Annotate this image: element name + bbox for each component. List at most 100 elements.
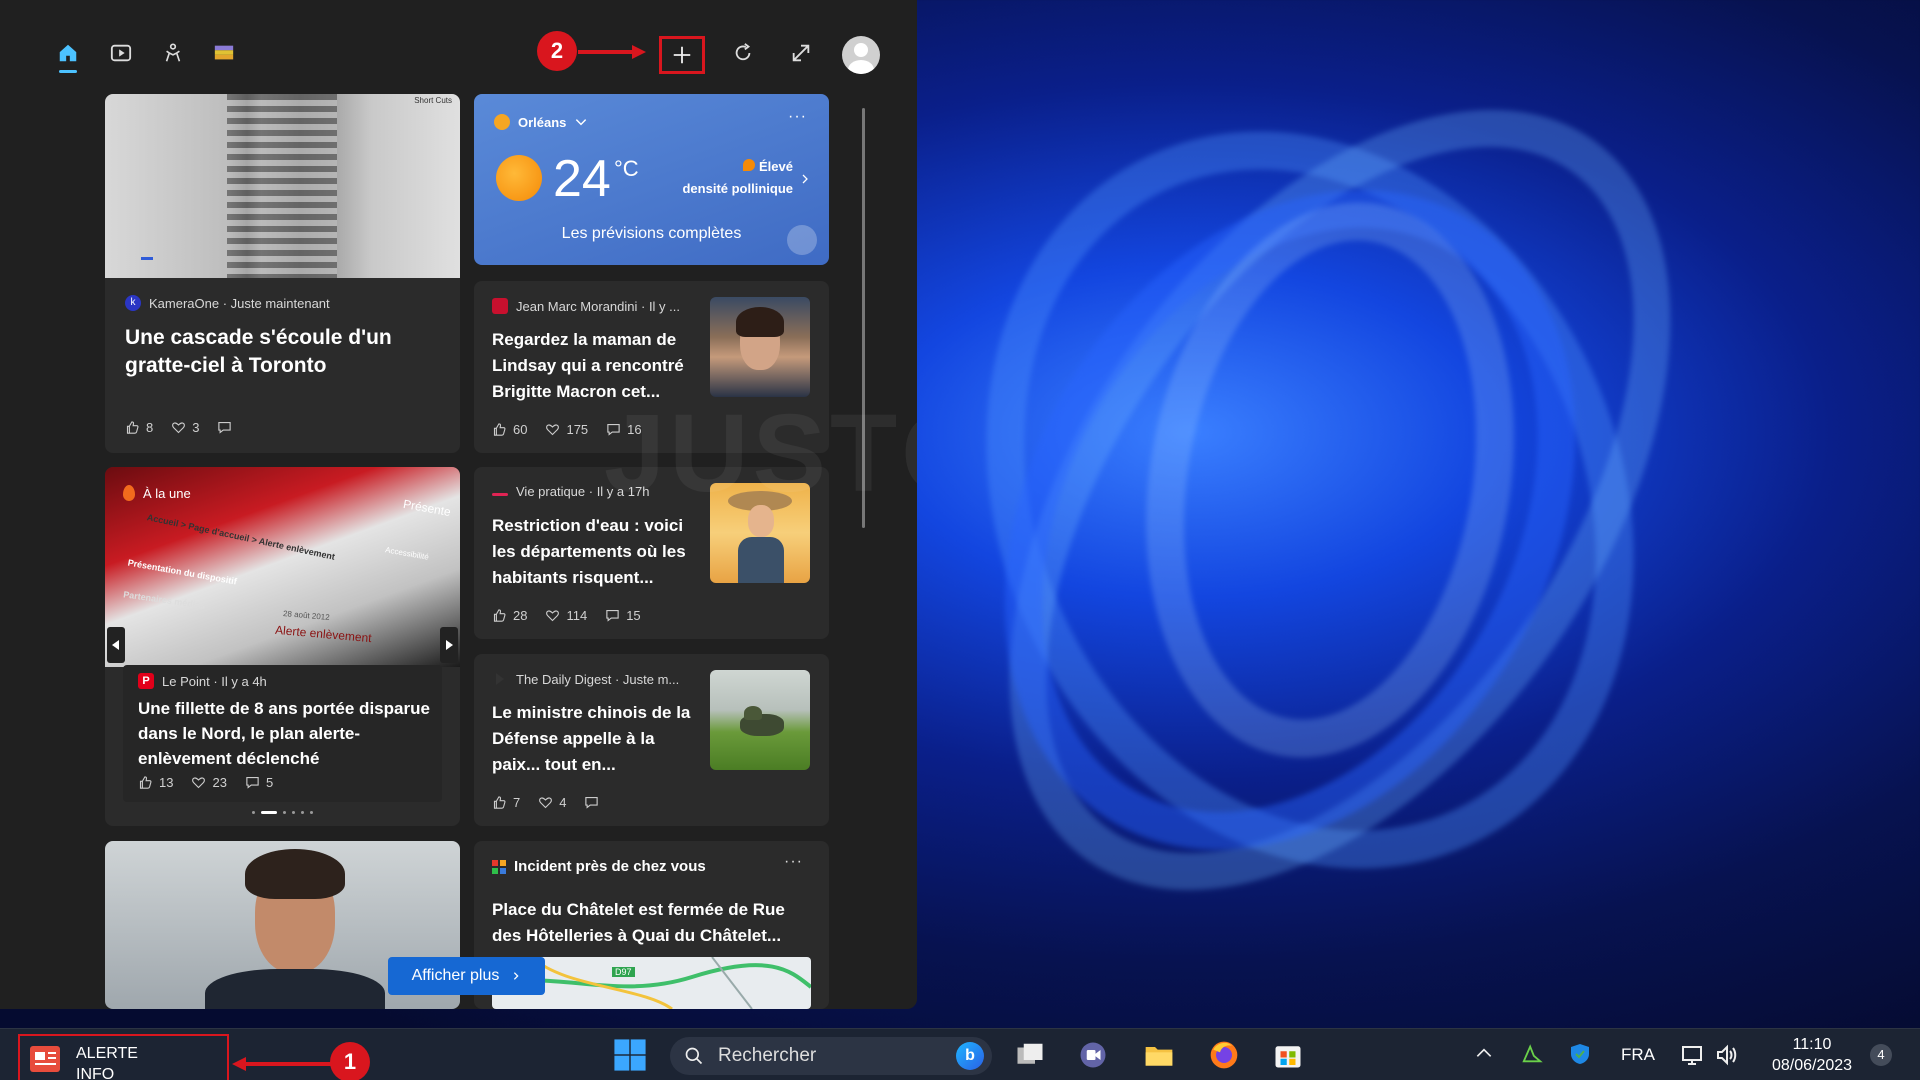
like-button[interactable]: 28 — [492, 608, 527, 623]
dislike-button[interactable]: 175 — [545, 422, 588, 437]
firefox-app[interactable] — [1206, 1037, 1242, 1073]
comment-icon — [246, 776, 259, 789]
language-indicator[interactable]: FRA — [1621, 1045, 1655, 1065]
like-button[interactable]: 7 — [492, 795, 520, 810]
forecast-link[interactable]: Les prévisions complètes — [474, 225, 829, 243]
le-point-logo: P — [138, 673, 154, 689]
color-tab[interactable] — [209, 38, 239, 68]
news-app-icon — [30, 1046, 60, 1072]
weather-location[interactable]: Orléans — [494, 114, 588, 130]
search-placeholder: Rechercher — [718, 1045, 817, 1066]
carousel-prev-button[interactable] — [107, 627, 125, 663]
building-stripes — [227, 94, 337, 278]
like-button[interactable]: 13 — [138, 775, 173, 790]
show-more-label: Afficher plus — [411, 967, 500, 984]
kameraone-logo: k — [125, 295, 141, 311]
tray-app-1[interactable] — [1521, 1043, 1543, 1070]
dislike-button[interactable]: 114 — [545, 608, 587, 623]
video-tab[interactable] — [106, 38, 136, 68]
taskbar-search[interactable]: Rechercher b — [670, 1037, 992, 1075]
map-road-label: D97 — [612, 967, 635, 977]
carousel-dot[interactable] — [252, 811, 255, 814]
alert-info-app[interactable]: ALERTE INFO — [18, 1034, 229, 1080]
news-carousel[interactable]: Accueil > Page d'accueil > Alerte enlève… — [105, 467, 460, 826]
carousel-next-button[interactable] — [440, 627, 458, 663]
photo-text-partners: Partenaires médias — [122, 589, 206, 611]
sports-tab[interactable] — [158, 38, 188, 68]
dislike-button[interactable]: 23 — [191, 775, 227, 790]
news-stats: 13 23 5 — [138, 775, 273, 790]
photo-text-breadcrumb: Accueil > Page d'accueil > Alerte enlève… — [146, 512, 336, 562]
shield-icon — [1571, 1044, 1589, 1064]
tray-security[interactable] — [1568, 1042, 1592, 1071]
chevron-right-icon[interactable] — [799, 172, 811, 186]
avatar-body — [848, 60, 874, 74]
comment-button[interactable] — [584, 795, 599, 810]
store-app[interactable] — [1270, 1037, 1306, 1073]
network-status[interactable] — [1680, 1043, 1704, 1072]
news-source: The Daily Digest · Juste m... — [492, 671, 679, 687]
add-widget-button[interactable] — [659, 36, 705, 74]
weather-more-button[interactable]: ··· — [788, 108, 807, 126]
show-more-button[interactable]: Afficher plus — [388, 957, 545, 995]
news-source: Jean Marc Morandini · Il y ... — [492, 298, 692, 314]
notification-badge[interactable]: 4 — [1870, 1044, 1892, 1066]
annotation-step-1: 1 — [330, 1042, 370, 1080]
heart-outline-icon — [539, 797, 553, 809]
thumbs-up-icon — [126, 421, 139, 434]
news-title: Restriction d'eau : voici les départemen… — [492, 516, 686, 587]
volume-icon — [1717, 1044, 1737, 1066]
news-thumbnail — [710, 670, 810, 770]
weather-small-sun-icon — [494, 114, 510, 130]
home-tab[interactable] — [53, 38, 83, 68]
like-count: 8 — [146, 420, 154, 435]
task-view-button[interactable] — [1012, 1037, 1048, 1073]
comment-button[interactable]: 5 — [245, 775, 273, 790]
volume-control[interactable] — [1715, 1043, 1739, 1072]
like-button[interactable]: 8 — [125, 420, 153, 435]
bing-icon[interactable]: b — [956, 1042, 984, 1070]
start-button[interactable] — [612, 1037, 648, 1073]
annotation-arrow-1 — [232, 1057, 332, 1071]
carousel-dot[interactable] — [301, 811, 304, 814]
top-story-badge: À la une — [123, 485, 191, 501]
news-source-label: Le Point · Il y a 4h — [162, 673, 267, 689]
folder-icon — [1145, 1047, 1173, 1066]
carousel-dot[interactable] — [292, 811, 295, 814]
news-card-waterfall[interactable]: Short Cuts k KameraOne · Juste maintenan… — [105, 94, 460, 453]
portrait-hair — [245, 849, 345, 899]
carousel-dot-active[interactable] — [261, 811, 277, 814]
teams-icon — [1080, 1042, 1106, 1068]
annotation-arrow-2 — [578, 45, 646, 59]
carousel-dot[interactable] — [283, 811, 286, 814]
expand-icon — [792, 44, 810, 62]
dislike-button[interactable]: 4 — [538, 795, 566, 810]
expand-button[interactable] — [786, 38, 816, 68]
incident-header-label: Incident près de chez vous — [514, 858, 706, 875]
refresh-button[interactable] — [728, 38, 758, 68]
add-icon — [673, 46, 691, 64]
file-explorer-app[interactable] — [1141, 1037, 1177, 1073]
carousel-dot[interactable] — [310, 811, 313, 814]
dislike-count: 175 — [566, 422, 589, 437]
incident-more-button[interactable]: ··· — [784, 853, 803, 871]
weather-widget[interactable]: Orléans ··· 24 °C Élevé densité polliniq… — [474, 94, 829, 265]
news-stats: 8 3 — [125, 420, 232, 435]
news-card-defense[interactable]: The Daily Digest · Juste m... Le ministr… — [474, 654, 829, 826]
task-view-icon — [1017, 1043, 1043, 1064]
weather-unit: °C — [614, 156, 639, 181]
like-button[interactable]: 60 — [492, 422, 527, 437]
pollen-info[interactable]: Élevé densité pollinique — [682, 156, 793, 200]
clock-time: 11:10 — [1792, 1036, 1832, 1053]
vie-pratique-logo — [492, 493, 508, 496]
thumbs-up-icon — [139, 776, 152, 789]
teams-app[interactable] — [1075, 1037, 1111, 1073]
tray-overflow-button[interactable] — [1474, 1043, 1498, 1067]
comment-button[interactable] — [217, 420, 232, 435]
top-story-label: À la une — [143, 485, 191, 501]
dislike-button[interactable]: 3 — [171, 420, 199, 435]
comment-button[interactable]: 15 — [605, 608, 641, 623]
avatar[interactable] — [842, 36, 880, 74]
map-toggle-icon[interactable] — [787, 225, 817, 255]
clock[interactable]: 11:10 08/06/2023 — [1752, 1035, 1872, 1077]
